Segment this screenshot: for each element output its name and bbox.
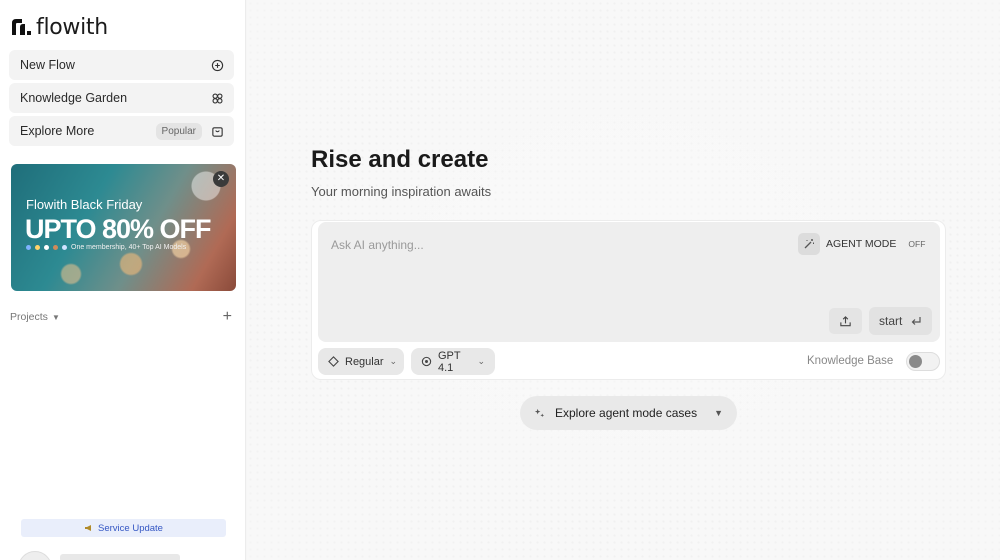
enter-key-icon bbox=[910, 316, 922, 327]
bag-icon bbox=[210, 124, 224, 138]
megaphone-icon bbox=[84, 524, 94, 532]
add-project-icon[interactable]: + bbox=[223, 308, 232, 326]
model-logo-icon bbox=[53, 245, 58, 250]
app-root: flowith New Flow Knowledge Garden Explor… bbox=[0, 0, 1000, 560]
prompt-placeholder: Ask AI anything... bbox=[331, 238, 424, 252]
model-select-value: GPT 4.1 bbox=[438, 349, 461, 374]
model-logo-icon bbox=[26, 245, 31, 250]
avatar[interactable] bbox=[18, 551, 52, 560]
diamond-icon bbox=[328, 356, 339, 367]
mode-select-value: Regular bbox=[345, 355, 384, 368]
agent-mode-state: OFF bbox=[908, 239, 926, 249]
page-title: Rise and create bbox=[311, 146, 489, 173]
promo-subtitle-row: One membership, 40+ Top AI Models bbox=[26, 244, 186, 251]
projects-header: Projects ▼ + bbox=[10, 308, 232, 326]
chevron-down-icon: ⌄ bbox=[389, 356, 398, 366]
service-update-label: Service Update bbox=[98, 522, 163, 534]
upload-button[interactable] bbox=[829, 308, 862, 334]
brand-name: flowith bbox=[36, 14, 108, 40]
knowledge-base-label: Knowledge Base bbox=[807, 355, 894, 367]
popular-badge: Popular bbox=[155, 122, 202, 140]
chevron-down-icon: ▼ bbox=[714, 408, 723, 418]
flowith-logo-icon bbox=[12, 19, 31, 35]
agent-mode-label: AGENT MODE bbox=[826, 238, 897, 250]
upload-icon bbox=[839, 315, 852, 328]
user-name-placeholder bbox=[60, 554, 180, 560]
chevron-down-icon[interactable]: ▼ bbox=[52, 313, 60, 322]
openai-icon bbox=[421, 356, 432, 367]
mode-select[interactable]: Regular ⌄ bbox=[318, 348, 404, 375]
promo-headline: UPTO 80% OFF bbox=[25, 214, 212, 244]
service-update-banner[interactable]: Service Update bbox=[21, 519, 226, 537]
projects-label[interactable]: Projects bbox=[10, 311, 48, 323]
toggle-knob bbox=[909, 355, 922, 368]
garden-icon bbox=[210, 91, 224, 105]
model-logo-icon bbox=[44, 245, 49, 250]
sparkle-icon bbox=[534, 408, 545, 419]
explore-agent-label: Explore agent mode cases bbox=[555, 406, 698, 420]
knowledge-base-toggle[interactable] bbox=[906, 352, 940, 371]
promo-title: Flowith Black Friday bbox=[26, 197, 143, 212]
magic-wand-icon bbox=[798, 233, 820, 255]
promo-banner[interactable]: ✕ Flowith Black Friday UPTO 80% OFF One … bbox=[11, 164, 236, 291]
sidebar-item-explore-more[interactable]: Explore More Popular bbox=[9, 116, 234, 146]
model-logo-icon bbox=[62, 245, 67, 250]
agent-mode-toggle[interactable]: AGENT MODE OFF bbox=[798, 232, 932, 256]
start-button[interactable]: start bbox=[869, 307, 932, 335]
logo[interactable]: flowith bbox=[10, 12, 108, 42]
close-icon[interactable]: ✕ bbox=[213, 171, 229, 187]
chevron-down-icon: ⌄ bbox=[477, 356, 485, 366]
new-flow-icon bbox=[210, 58, 224, 72]
start-label: start bbox=[879, 314, 903, 328]
explore-agent-cases-button[interactable]: Explore agent mode cases ▼ bbox=[520, 396, 737, 430]
model-logo-icon bbox=[35, 245, 40, 250]
model-select[interactable]: GPT 4.1 ⌄ bbox=[411, 348, 495, 375]
sidebar-item-label: New Flow bbox=[20, 58, 75, 72]
sidebar-item-label: Knowledge Garden bbox=[20, 91, 128, 105]
sidebar: flowith New Flow Knowledge Garden Explor… bbox=[0, 0, 246, 560]
page-subtitle: Your morning inspiration awaits bbox=[311, 184, 492, 199]
sidebar-item-new-flow[interactable]: New Flow bbox=[9, 50, 234, 80]
promo-subtitle: One membership, 40+ Top AI Models bbox=[71, 244, 187, 251]
sidebar-item-label: Explore More bbox=[20, 124, 95, 138]
sidebar-item-knowledge-garden[interactable]: Knowledge Garden bbox=[9, 83, 234, 113]
